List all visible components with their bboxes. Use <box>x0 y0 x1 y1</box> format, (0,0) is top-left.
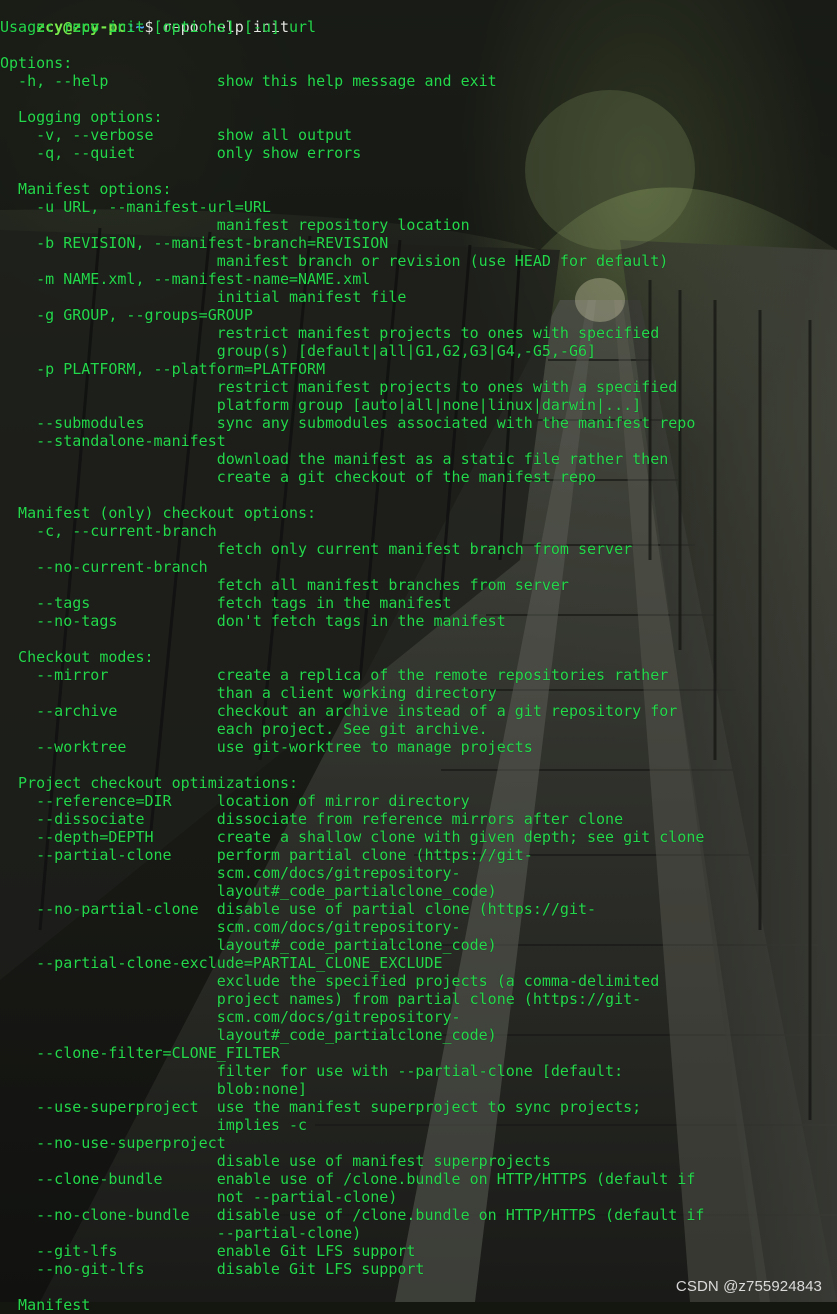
terminal-line: --no-clone-bundle disable use of /clone.… <box>0 1206 705 1224</box>
terminal-line: --clone-bundle enable use of /clone.bund… <box>0 1170 696 1188</box>
terminal-line: not --partial-clone) <box>0 1188 398 1206</box>
terminal-line: exclude the specified projects (a comma-… <box>0 972 660 990</box>
terminal-line: --submodules sync any submodules associa… <box>0 414 696 432</box>
terminal-line: platform group [auto|all|none|linux|darw… <box>0 396 642 414</box>
terminal-line: --no-use-superproject <box>0 1134 226 1152</box>
terminal-line: create a git checkout of the manifest re… <box>0 468 597 486</box>
terminal-line: Manifest options: <box>0 180 172 198</box>
terminal-line: download the manifest as a static file r… <box>0 450 669 468</box>
terminal-line: Checkout modes: <box>0 648 154 666</box>
terminal-line: --tags fetch tags in the manifest <box>0 594 452 612</box>
terminal-line: -g GROUP, --groups=GROUP <box>0 306 253 324</box>
terminal-line: --no-git-lfs disable Git LFS support <box>0 1260 425 1278</box>
terminal-line: manifest branch or revision (use HEAD fo… <box>0 252 669 270</box>
terminal-line: project names) from partial clone (https… <box>0 990 642 1008</box>
terminal-line: layout#_code_partialclone_code) <box>0 882 497 900</box>
terminal-line: --archive checkout an archive instead of… <box>0 702 678 720</box>
terminal-line: --no-partial-clone disable use of partia… <box>0 900 597 918</box>
terminal-line: --git-lfs enable Git LFS support <box>0 1242 416 1260</box>
terminal-line: disable use of manifest superprojects <box>0 1152 551 1170</box>
terminal-line: manifest repository location <box>0 216 470 234</box>
terminal-line: --use-superproject use the manifest supe… <box>0 1098 642 1116</box>
terminal-line: scm.com/docs/gitrepository- <box>0 864 461 882</box>
terminal-line: initial manifest file <box>0 288 407 306</box>
terminal-line: Manifest <box>0 1296 91 1314</box>
terminal-line: layout#_code_partialclone_code) <box>0 1026 497 1044</box>
terminal-line: Manifest (only) checkout options: <box>0 504 317 522</box>
terminal-line: than a client working directory <box>0 684 497 702</box>
terminal-line: blob:none] <box>0 1080 308 1098</box>
terminal-line: group(s) [default|all|G1,G2,G3|G4,-G5,-G… <box>0 342 597 360</box>
terminal-line: implies -c <box>0 1116 308 1134</box>
terminal-line: Options: <box>0 54 73 72</box>
terminal-line: scm.com/docs/gitrepository- <box>0 1008 461 1026</box>
terminal-output[interactable]: zcy@zcy-pc:~$ repo help init Usage: repo… <box>0 0 837 1314</box>
terminal-line: --standalone-manifest <box>0 432 226 450</box>
terminal-line: Project checkout optimizations: <box>0 774 299 792</box>
terminal-line: restrict manifest projects to ones with … <box>0 378 678 396</box>
terminal-line: fetch only current manifest branch from … <box>0 540 633 558</box>
terminal-line: --worktree use git-worktree to manage pr… <box>0 738 533 756</box>
terminal-line: fetch all manifest branches from server <box>0 576 569 594</box>
csdn-watermark: CSDN @z755924843 <box>675 1278 822 1295</box>
terminal-line: each project. See git archive. <box>0 720 488 738</box>
terminal-line: --no-tags don't fetch tags in the manife… <box>0 612 506 630</box>
terminal-line: layout#_code_partialclone_code) <box>0 936 497 954</box>
terminal-line: Usage: repo init [options] [-u] url <box>0 18 317 36</box>
terminal-line: --partial-clone perform partial clone (h… <box>0 846 533 864</box>
terminal-line: -m NAME.xml, --manifest-name=NAME.xml <box>0 270 371 288</box>
terminal-line: -u URL, --manifest-url=URL <box>0 198 271 216</box>
terminal-line: --clone-filter=CLONE_FILTER <box>0 1044 280 1062</box>
terminal-line: -p PLATFORM, --platform=PLATFORM <box>0 360 326 378</box>
terminal-line: --no-current-branch <box>0 558 208 576</box>
prompt-line: zcy@zcy-pc:~$ repo help init <box>0 0 289 36</box>
terminal-line: filter for use with --partial-clone [def… <box>0 1062 624 1080</box>
terminal-line: --dissociate dissociate from reference m… <box>0 810 624 828</box>
terminal-line: scm.com/docs/gitrepository- <box>0 918 461 936</box>
terminal-line: -c, --current-branch <box>0 522 217 540</box>
terminal-line: --partial-clone) <box>0 1224 362 1242</box>
terminal-line: -v, --verbose show all output <box>0 126 353 144</box>
terminal-line: -b REVISION, --manifest-branch=REVISION <box>0 234 389 252</box>
terminal-line: -q, --quiet only show errors <box>0 144 362 162</box>
terminal-line: --reference=DIR location of mirror direc… <box>0 792 470 810</box>
terminal-line: restrict manifest projects to ones with … <box>0 324 660 342</box>
terminal-line: --mirror create a replica of the remote … <box>0 666 669 684</box>
terminal-line: Logging options: <box>0 108 163 126</box>
terminal-line: --partial-clone-exclude=PARTIAL_CLONE_EX… <box>0 954 443 972</box>
terminal-line: --depth=DEPTH create a shallow clone wit… <box>0 828 705 846</box>
terminal-line: -h, --help show this help message and ex… <box>0 72 497 90</box>
